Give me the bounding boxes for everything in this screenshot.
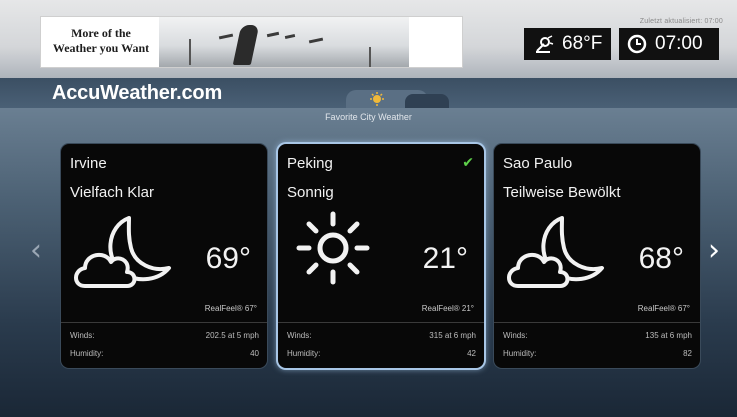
current-temperature-value: 68°F (562, 33, 603, 54)
humidity-row: Humidity: 42 (287, 349, 476, 358)
humidity-row: Humidity: 82 (503, 349, 692, 358)
last-updated-text: Zuletzt aktualisiert: 07:00 (639, 18, 723, 25)
winds-value: 202.5 at 5 mph (205, 331, 259, 340)
current-temperature: 68°F (524, 28, 611, 60)
winds-row: Winds: 315 at 6 mph (287, 331, 476, 340)
current-time: 07:00 (619, 28, 719, 60)
realfeel-temperature: RealFeel® 67° (204, 304, 257, 313)
ad-headline-line2: Weather you Want (52, 41, 150, 55)
clock-icon (627, 34, 647, 54)
temperature: 69° (205, 242, 251, 275)
humidity-label: Humidity: (503, 349, 537, 358)
temperature: 21° (422, 242, 468, 275)
winds-label: Winds: (287, 331, 312, 340)
condition-text: Vielfach Klar (70, 184, 154, 201)
city-name: Peking (287, 155, 333, 172)
card-divider (278, 322, 484, 323)
card-divider (61, 322, 267, 323)
previous-arrow-icon[interactable]: ‹ (30, 236, 42, 266)
ad-headline-line1: More of the (71, 26, 131, 40)
section-title: Favorite City Weather (325, 112, 412, 122)
other-tab[interactable] (405, 94, 449, 108)
selected-check-icon: ✔ (462, 155, 474, 171)
city-card-irvine[interactable]: Irvine Vielfach Klar 69° RealFeel® 67° W… (61, 144, 267, 368)
current-time-value: 07:00 (655, 33, 703, 54)
temperature: 68° (638, 242, 684, 275)
weather-station-icon (536, 35, 554, 53)
city-card-sao-paulo[interactable]: Sao Paulo Teilweise Bewölkt 68° RealFeel… (494, 144, 700, 368)
humidity-label: Humidity: (70, 349, 104, 358)
realfeel-temperature: RealFeel® 67° (637, 304, 690, 313)
cloudy-moon-icon (507, 216, 604, 288)
winds-label: Winds: (503, 331, 528, 340)
ad-headline: More of the Weather you Want (49, 26, 153, 56)
winds-row: Winds: 202.5 at 5 mph (70, 331, 259, 340)
sun-icon (296, 211, 370, 285)
condition-text: Sonnig (287, 184, 334, 201)
humidity-row: Humidity: 40 (70, 349, 259, 358)
winds-label: Winds: (70, 331, 95, 340)
accuweather-logo: AccuWeather.com (52, 82, 223, 104)
humidity-label: Humidity: (287, 349, 321, 358)
city-card-peking[interactable]: Peking ✔ Sonnig 21° RealFeel® 21° Winds:… (278, 144, 484, 368)
humidity-value: 40 (250, 349, 259, 358)
winds-row: Winds: 135 at 6 mph (503, 331, 692, 340)
city-name: Sao Paulo (503, 155, 573, 172)
sun-tab-icon (370, 92, 384, 106)
humidity-value: 42 (467, 349, 476, 358)
cloudy-moon-icon (74, 216, 171, 288)
condition-text: Teilweise Bewölkt (503, 184, 621, 201)
winds-value: 135 at 6 mph (645, 331, 692, 340)
realfeel-temperature: RealFeel® 21° (421, 304, 474, 313)
winds-value: 315 at 6 mph (429, 331, 476, 340)
ad-photo (159, 17, 409, 67)
card-divider (494, 322, 700, 323)
city-name: Irvine (70, 155, 107, 172)
advertisement-banner[interactable]: More of the Weather you Want (40, 16, 463, 68)
humidity-value: 82 (683, 349, 692, 358)
next-arrow-icon[interactable]: › (708, 236, 720, 266)
